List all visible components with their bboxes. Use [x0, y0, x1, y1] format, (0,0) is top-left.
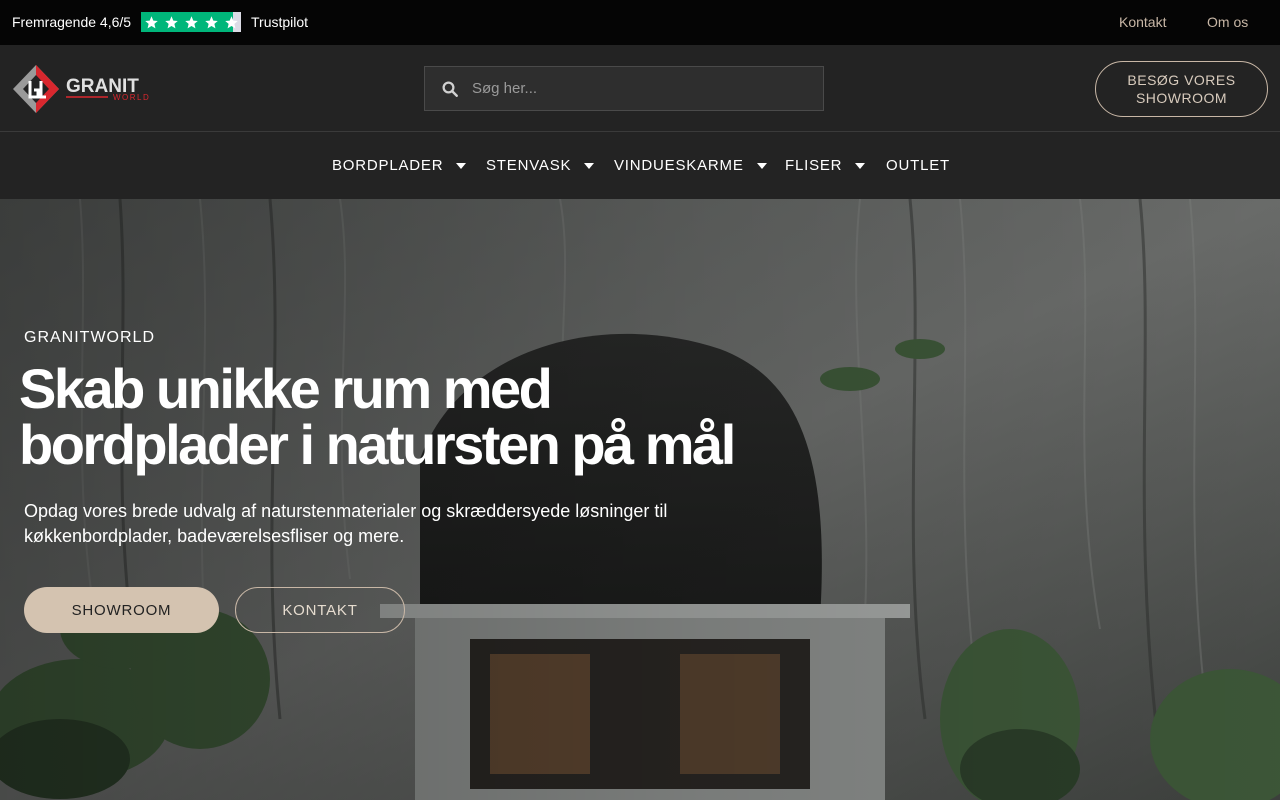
hero-description-line2: køkkenbordplader, badeværelsesfliser og … [24, 526, 405, 546]
star-icon [141, 12, 161, 32]
caret-down-icon [456, 162, 467, 169]
star-icon [181, 12, 201, 32]
showroom-button-line2: SHOWROOM [1135, 90, 1228, 106]
top-bar: Fremragende 4,6/5 Trustpilot Kontakt Om … [0, 0, 1280, 45]
nav-item-label: VINDUESKARME [614, 157, 744, 174]
showroom-button-line1: BESØG VORES [1127, 72, 1236, 88]
nav-item-vindueskarme[interactable]: VINDUESKARME [614, 157, 767, 174]
hero-section: GRANITWORLD Skab unikke rum med bordplad… [0, 199, 1280, 800]
trustpilot-label[interactable]: Trustpilot [251, 14, 308, 30]
search-input[interactable] [472, 67, 812, 110]
half-star-icon [221, 12, 241, 32]
logo-subword: WORLD [113, 93, 150, 102]
hero-title-line2: bordplader i natursten på mål [19, 413, 736, 476]
nav-item-stenvask[interactable]: STENVASK [486, 157, 595, 174]
nav-item-outlet[interactable]: OUTLET [886, 157, 950, 174]
kontakt-cta-button[interactable]: KONTAKT [235, 587, 405, 633]
hero-description-line1: Opdag vores brede udvalg af naturstenmat… [24, 501, 668, 521]
hero-title-line1: Skab unikke rum med [19, 357, 553, 420]
nav-item-label: OUTLET [886, 157, 950, 174]
top-link-om-os[interactable]: Om os [1207, 14, 1248, 30]
hero-eyebrow: GRANITWORLD [24, 329, 155, 346]
hero-title: Skab unikke rum med bordplader i naturst… [19, 361, 739, 473]
visit-showroom-button[interactable]: BESØG VORES SHOWROOM [1095, 61, 1268, 117]
main-nav: BORDPLADER STENVASK VINDUESKARME FLISER … [0, 133, 1280, 199]
granitworld-logo[interactable]: GRANIT WORLD [12, 63, 157, 115]
nav-item-bordplader[interactable]: BORDPLADER [332, 157, 467, 174]
nav-item-fliser[interactable]: FLISER [785, 157, 866, 174]
nav-item-label: STENVASK [486, 157, 572, 174]
star-icon [201, 12, 221, 32]
site-header: GRANIT WORLD BESØG VORES SHOWROOM [0, 45, 1280, 132]
top-link-kontakt[interactable]: Kontakt [1119, 14, 1166, 30]
showroom-cta-button[interactable]: SHOWROOM [24, 587, 219, 633]
hero-description: Opdag vores brede udvalg af naturstenmat… [24, 499, 704, 549]
search-bar [424, 66, 824, 111]
rating-text: Fremragende 4,6/5 [12, 14, 132, 30]
trustpilot-stars [141, 12, 241, 32]
nav-item-label: BORDPLADER [332, 157, 444, 174]
search-icon[interactable] [441, 80, 459, 98]
star-icon [161, 12, 181, 32]
caret-down-icon [584, 162, 595, 169]
caret-down-icon [756, 162, 767, 169]
nav-item-label: FLISER [785, 157, 843, 174]
caret-down-icon [855, 162, 866, 169]
